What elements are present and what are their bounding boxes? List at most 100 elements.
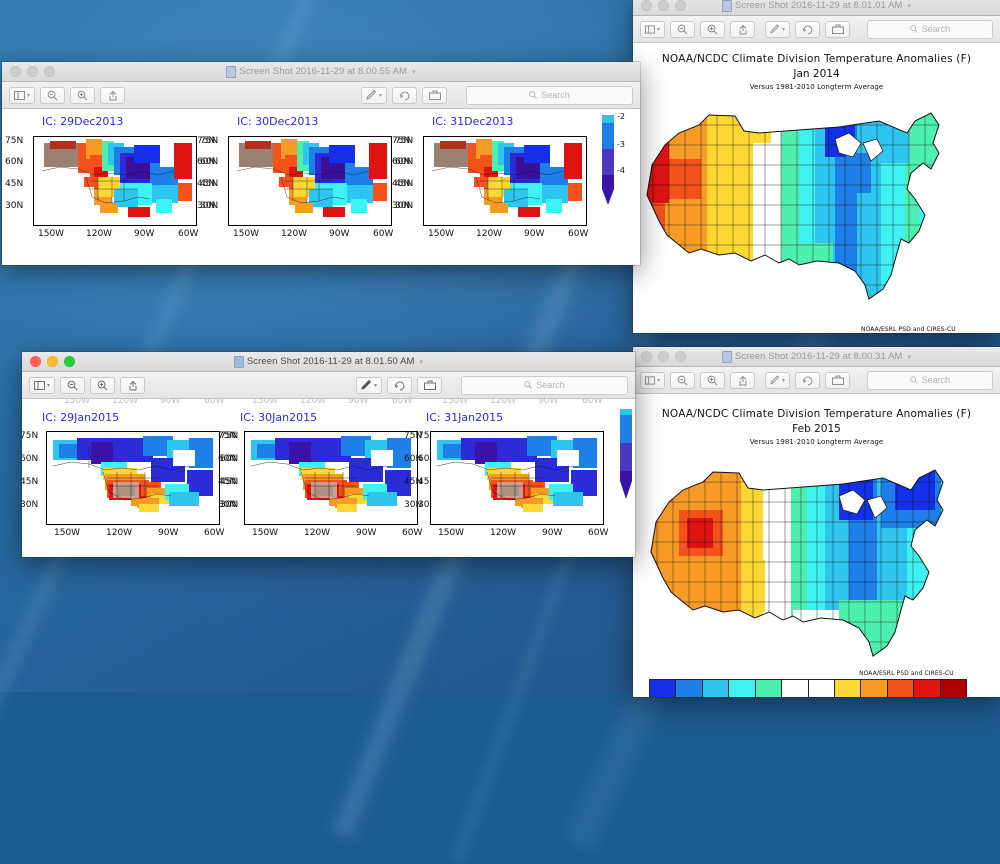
lon-tick: 90W [329,229,350,239]
na-anomaly-raster [245,432,417,524]
lat-tick: 60N [404,454,423,464]
na-map-panel [33,136,197,226]
colorbar-segment [729,680,756,697]
lat-tick: 30N [200,201,219,211]
colorbar-segment [676,680,703,697]
markup-pen-icon[interactable]: ▾ [765,371,790,389]
rotate-icon[interactable] [795,371,820,389]
markup-pen-icon[interactable]: ▾ [360,86,387,104]
toolbar[interactable]: ▾ ▾ Search [22,372,635,399]
chevron-down-icon[interactable]: ▾ [908,353,912,361]
window-jan2015-panels[interactable]: Screen Shot 2016-11-29 at 8.01.50 AM ▾ ▾… [22,352,635,557]
vertical-colorbar [620,409,632,499]
colorbar-tick: -2 [617,112,625,121]
chevron-down-icon[interactable]: ▾ [412,68,416,76]
zoom-in-icon[interactable] [90,376,116,394]
zoom-out-icon[interactable] [670,20,695,38]
lon-tick: 120W [476,229,503,239]
clipped-lon-tick: 60W [204,399,225,406]
colorbar-segment [861,680,888,697]
sidebar-icon[interactable]: ▾ [640,20,665,38]
colorbar-segment [602,175,614,189]
zoom-in-icon[interactable] [70,86,96,104]
zoom-out-icon[interactable] [670,371,695,389]
window-feb2015[interactable]: Screen Shot 2016-11-29 at 8.00.31 AM ▾ ▾… [633,347,1000,697]
search-input[interactable]: Search [461,375,628,395]
chevron-down-icon[interactable]: ▾ [908,2,912,10]
markup-toolbox-icon[interactable] [422,86,447,104]
rotate-icon[interactable] [387,376,412,394]
sidebar-icon[interactable]: ▾ [640,371,665,389]
lat-tick: 30N [404,500,423,510]
search-icon [524,381,533,389]
lon-tick: 90W [158,528,179,538]
titlebar[interactable]: Screen Shot 2016-11-29 at 8.01.50 AM ▾ [22,352,635,372]
window-jan2014[interactable]: Screen Shot 2016-11-29 at 8.01.01 AM ▾ ▾… [633,0,1000,333]
colorbar-segment [914,680,941,697]
toolbar[interactable]: ▾ ▾ Search [2,82,640,109]
panel-ic-label: IC: 30Dec2013 [237,115,319,128]
colorbar-segment [602,123,614,149]
share-icon[interactable] [730,20,755,38]
markup-pen-icon[interactable]: ▾ [355,376,382,394]
clipped-lon-tick: 150W [442,399,469,406]
search-input[interactable]: Search [466,85,633,105]
panel-ic-label: IC: 31Dec2013 [432,115,514,128]
zoom-out-icon[interactable] [60,376,86,394]
plot-title: NOAA/NCDC Climate Division Temperature A… [661,53,972,65]
toolbar[interactable]: ▾ ▾ Search [633,16,1000,43]
document-icon [721,0,732,12]
search-placeholder: Search [536,380,565,390]
lat-tick: 60N [395,157,414,167]
toolbar[interactable]: ▾ ▾ Search [633,367,1000,394]
lon-tick: 150W [54,528,81,538]
clipped-lon-tick: 60W [392,399,413,406]
lat-tick: 60N [218,454,237,464]
colorbar-segment [620,443,632,471]
clipped-lon-tick: 120W [300,399,327,406]
sidebar-icon[interactable]: ▾ [9,86,36,104]
lon-tick: 150W [233,229,260,239]
search-input[interactable]: Search [866,19,993,39]
share-icon[interactable] [100,86,126,104]
colorbar-segment [834,680,862,697]
share-icon[interactable] [120,376,146,394]
rotate-icon[interactable] [392,86,417,104]
titlebar[interactable]: Screen Shot 2016-11-29 at 8.00.31 AM ▾ [633,347,1000,367]
zoom-out-icon[interactable] [40,86,66,104]
sidebar-icon[interactable]: ▾ [29,376,56,394]
search-icon [529,91,538,99]
lon-tick: 120W [106,528,133,538]
lon-tick: 60W [568,229,589,239]
lat-tick: 30N [5,201,24,211]
markup-toolbox-icon[interactable] [825,20,850,38]
na-anomaly-raster [47,432,219,524]
plot-title: NOAA/NCDC Climate Division Temperature A… [661,408,972,420]
chevron-down-icon[interactable]: ▾ [420,358,424,366]
zoom-in-icon[interactable] [700,20,725,38]
titlebar[interactable]: Screen Shot 2016-11-29 at 8.01.01 AM ▾ [633,0,1000,16]
share-icon[interactable] [730,371,755,389]
na-anomaly-raster [431,432,603,524]
clipped-lon-tick: 150W [252,399,279,406]
window-title: Screen Shot 2016-11-29 at 8.00.31 AM ▾ [633,350,1000,363]
window-dec2013-panels[interactable]: Screen Shot 2016-11-29 at 8.00.55 AM ▾ ▾… [2,62,640,265]
markup-toolbox-icon[interactable] [417,376,442,394]
lon-tick: 90W [542,528,563,538]
colorbar-segment [620,415,632,443]
rotate-icon[interactable] [795,20,820,38]
titlebar[interactable]: Screen Shot 2016-11-29 at 8.00.55 AM ▾ [2,62,640,82]
zoom-in-icon[interactable] [700,371,725,389]
lat-tick: 45N [404,477,423,487]
us-anomaly-map-feb2015 [650,469,944,657]
search-icon [909,25,918,33]
markup-pen-icon[interactable]: ▾ [765,20,790,38]
plot-credit: NOAA/ESRL PSD and CIRES-CU [859,670,954,677]
na-map-panel [423,136,587,226]
markup-toolbox-icon[interactable] [825,371,850,389]
lat-tick: 30N [395,201,414,211]
search-input[interactable]: Search [866,370,993,390]
na-map-panel [228,136,392,226]
image-content-feb2015: NOAA/NCDC Climate Division Temperature A… [633,394,1000,697]
colorbar-tick: -3 [617,140,625,149]
